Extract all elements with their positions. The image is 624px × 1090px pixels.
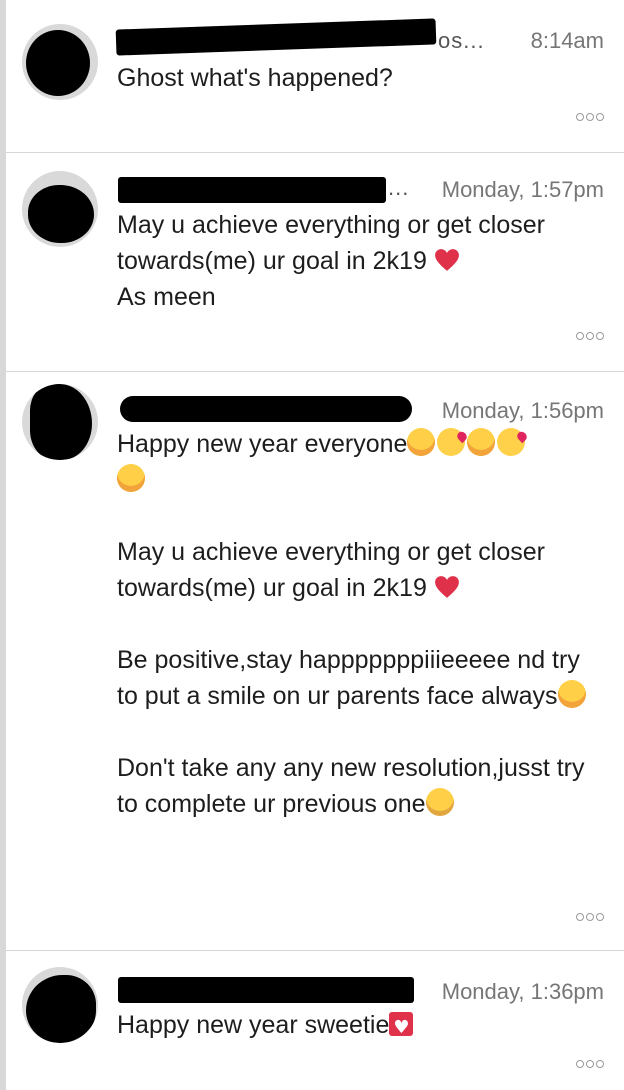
red-heart-icon — [434, 576, 459, 598]
redacted-sender-name — [115, 18, 437, 56]
message-text: May u achieve everything or get closer t… — [117, 207, 600, 315]
message-paragraph: Happy new year sweetie — [117, 1007, 600, 1046]
thread-item[interactable]: Monday, 1:36pm Happy new year sweetie — [6, 951, 624, 1090]
face-blowing-kiss-icon — [497, 428, 526, 456]
sender-name-tail: ... — [388, 175, 410, 200]
message-line: Happy new year sweetie — [117, 1011, 390, 1039]
message-paragraph: Happy new year everyone — [117, 426, 600, 498]
message-line: May u achieve everything or get closer t… — [117, 538, 545, 602]
zany-face-icon — [425, 788, 454, 816]
redacted-sender-name — [120, 396, 412, 422]
hugging-face-icon — [407, 428, 436, 456]
avatar[interactable] — [22, 384, 98, 460]
face-blowing-kiss-icon — [437, 428, 466, 456]
timestamp: Monday, 1:57pm — [441, 177, 604, 202]
hugging-face-icon — [557, 680, 586, 708]
redaction-scribble — [30, 384, 92, 460]
more-options-icon[interactable] — [574, 1059, 604, 1071]
avatar[interactable] — [22, 171, 98, 247]
redaction-scribble — [28, 185, 94, 243]
redacted-sender-name — [118, 977, 414, 1003]
message-paragraph: May u achieve everything or get closer t… — [117, 207, 600, 279]
avatar[interactable] — [22, 967, 98, 1043]
avatar[interactable] — [22, 24, 98, 100]
message-line: As meen — [117, 283, 216, 311]
message-line: Be positive,stay happpppppiiieeeee nd tr… — [117, 646, 580, 710]
thread-item[interactable]: os... 8:14am Ghost what's happened? — [6, 0, 624, 153]
message-text: Ghost what's happened? — [117, 60, 600, 96]
message-paragraph: Don't take any any new resolution,jusst … — [117, 750, 600, 822]
more-options-icon[interactable] — [574, 912, 604, 924]
message-text: Happy new year everyone May u achieve ev… — [117, 426, 600, 822]
thread-item[interactable]: Monday, 1:56pm Happy new year everyone M… — [6, 372, 624, 951]
message-line: Happy new year everyone — [117, 430, 408, 458]
hugging-face-icon — [117, 464, 145, 492]
sender-name-tail: os... — [438, 28, 485, 53]
message-line: May u achieve everything or get closer t… — [117, 211, 545, 275]
red-heart-icon — [434, 249, 459, 271]
hugging-face-icon — [467, 428, 496, 456]
heart-suit-box-icon — [389, 1010, 414, 1046]
redaction-scribble — [26, 975, 96, 1043]
more-options-icon[interactable] — [574, 331, 604, 343]
redacted-sender-name — [118, 177, 386, 203]
message-paragraph: May u achieve everything or get closer t… — [117, 534, 600, 606]
timestamp: 8:14am — [530, 28, 604, 53]
thread-item[interactable]: ... Monday, 1:57pm May u achieve everyth… — [6, 153, 624, 372]
message-line: Ghost what's happened? — [117, 64, 393, 92]
message-text: Happy new year sweetie — [117, 1007, 600, 1046]
message-paragraph: Be positive,stay happpppppiiieeeee nd tr… — [117, 642, 600, 714]
timestamp: Monday, 1:56pm — [441, 398, 604, 423]
message-line: Don't take any any new resolution,jusst … — [117, 754, 585, 818]
redaction-scribble — [26, 30, 90, 96]
timestamp: Monday, 1:36pm — [441, 979, 604, 1004]
more-options-icon[interactable] — [574, 112, 604, 124]
